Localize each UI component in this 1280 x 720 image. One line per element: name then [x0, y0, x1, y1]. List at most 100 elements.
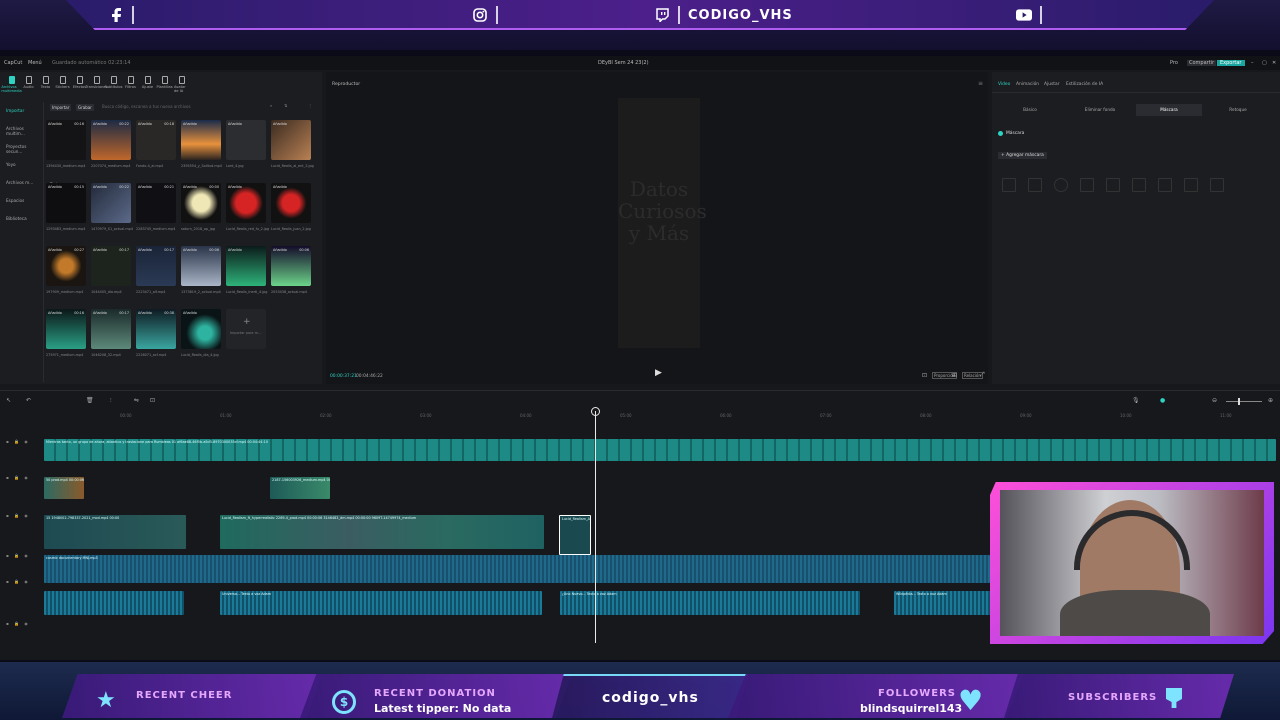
crop-icon[interactable]: ⊡ [922, 372, 927, 379]
mask-shape-option[interactable] [1210, 178, 1224, 192]
subtab-mask[interactable]: Máscara [1136, 104, 1202, 116]
sidenav-item[interactable]: Proyectos secun... [6, 144, 43, 154]
tab-ai-style[interactable]: Estilización de IA [1066, 82, 1103, 87]
timeline-clip[interactable]: Lucid_Realism_A_ [559, 515, 591, 555]
mask-shape-option[interactable] [1002, 178, 1016, 192]
facebook-link[interactable] [108, 4, 134, 26]
select-tool-icon[interactable]: ↖ [6, 397, 11, 404]
media-thumbnail[interactable]: Añadido 00:38 [136, 309, 176, 349]
sort-icon[interactable]: ⇅ [284, 103, 287, 108]
toolbar-item[interactable]: Transiciones [85, 74, 108, 96]
media-thumbnail[interactable]: Añadido [271, 120, 311, 160]
media-thumbnail[interactable]: Añadido [181, 120, 221, 160]
subtab-basic[interactable]: Básico [1000, 104, 1060, 116]
zoom-icon[interactable]: ⊞ [952, 372, 957, 379]
toolbar-item[interactable]: Archivos multimedia [1, 74, 22, 96]
toolbar-item[interactable]: Plantillas [156, 74, 173, 96]
youtube-link[interactable] [1016, 4, 1042, 26]
record-button[interactable]: Grabar [76, 104, 94, 111]
trash-icon[interactable]: 🗑 [86, 397, 94, 404]
sidenav-item[interactable]: Archivos m... [6, 180, 33, 185]
media-thumbnail[interactable]: Añadido 00:17 [136, 246, 176, 286]
timeline-clip[interactable]: 15 1948002-798337-2021_mod.mp4 00:00 [44, 515, 186, 549]
media-thumbnail[interactable]: Añadido [226, 246, 266, 286]
import-button[interactable]: Importar [50, 104, 72, 111]
track-controls[interactable]: ▪ 🔒 ◉ [6, 553, 30, 558]
undo-icon[interactable]: ↶ [26, 397, 31, 404]
toolbar-item[interactable]: Avatar de IA [174, 74, 189, 96]
import-more-button[interactable]: + Importar para m... [226, 309, 266, 349]
mask-shape-option[interactable] [1080, 178, 1094, 192]
track-controls[interactable]: ▪ 🔒 ◉ [6, 579, 30, 584]
minimize-icon[interactable]: – [1251, 60, 1254, 66]
add-mask-button[interactable]: + Agregar máscara [998, 152, 1047, 159]
export-button[interactable]: Exportar [1217, 60, 1245, 66]
instagram-link[interactable] [472, 4, 498, 26]
media-thumbnail[interactable]: Añadido 00:22 [91, 120, 131, 160]
mic-icon[interactable]: 🎙 [1132, 397, 1140, 404]
zoom-out-icon[interactable]: ⊖ [1212, 397, 1217, 404]
twitch-link[interactable]: CODIGO_VHS [654, 4, 793, 26]
track-controls[interactable]: ▪ 🔒 ◉ [6, 439, 30, 444]
subtab-remove-bg[interactable]: Eliminar fondo [1070, 104, 1130, 116]
close-icon[interactable]: ✕ [1272, 60, 1276, 66]
menu-button[interactable]: Menú [28, 60, 42, 66]
sidenav-item[interactable]: Yoyo [6, 162, 16, 167]
media-thumbnail[interactable]: Añadido 00:16 [46, 309, 86, 349]
timeline-clip[interactable]: ¿Uno Nuevo... Texto a voz Adam [560, 591, 860, 615]
sidenav-item[interactable]: Espacios [6, 198, 24, 203]
toolbar-item[interactable]: Texto [38, 74, 53, 96]
toolbar-item[interactable]: Audio [21, 74, 36, 96]
media-search-input[interactable]: Busca código, escanea a tus nueva archiv… [102, 104, 191, 109]
magnet-icon[interactable]: ● [1160, 397, 1165, 404]
mirror-icon[interactable]: ⇋ [134, 397, 139, 404]
timeline-clip[interactable]: cosmic documentary MNJ.mp3 [44, 555, 990, 583]
share-button[interactable]: Compartir [1187, 60, 1217, 66]
sidenav-item[interactable]: Biblioteca [6, 216, 27, 221]
mask-shape-option[interactable] [1106, 178, 1120, 192]
timeline-clip[interactable]: 2187-156003926_medium.mp4 00:06 [270, 477, 330, 499]
media-thumbnail[interactable]: Añadido 00:06 [181, 246, 221, 286]
media-thumbnail[interactable]: Añadido 00:15 [46, 183, 86, 223]
mask-shape-option[interactable] [1158, 178, 1172, 192]
play-icon[interactable]: ▶ [655, 368, 662, 378]
sidenav-item[interactable]: Importar [6, 108, 24, 113]
tab-adjust[interactable]: Ajustar [1044, 82, 1060, 87]
track-controls[interactable]: ▪ 🔒 ◉ [6, 513, 30, 518]
media-thumbnail[interactable]: Añadido 00:06 [271, 246, 311, 286]
player-menu-icon[interactable]: ≡ [978, 80, 983, 87]
media-thumbnail[interactable]: Añadido 00:16 [46, 120, 86, 160]
mask-shape-option[interactable] [1054, 178, 1068, 192]
video-preview[interactable]: Datos Curiosos y Más [618, 98, 707, 348]
tab-animation[interactable]: Animación [1016, 82, 1039, 87]
media-thumbnail[interactable]: Añadido 00:00 [181, 183, 221, 223]
track-controls[interactable]: ▪ 🔒 ◉ [6, 475, 30, 480]
track-controls[interactable]: ▪ 🔒 ◉ [6, 621, 30, 626]
media-thumbnail[interactable]: Añadido 00:17 [91, 309, 131, 349]
search-icon[interactable]: ⌕ [270, 103, 272, 108]
media-thumbnail[interactable]: Añadido 00:22 [91, 183, 131, 223]
split-icon[interactable]: ⫶ [110, 397, 112, 405]
media-thumbnail[interactable]: Añadido 00:21 [136, 183, 176, 223]
subtab-retouch[interactable]: Retoque [1208, 104, 1268, 116]
timeline-clip[interactable]: Universo... Texto a voz Adam [220, 591, 542, 615]
sidenav-item[interactable]: Archivos multim... [6, 126, 43, 136]
toolbar-item[interactable]: Filtros [123, 74, 138, 96]
toolbar-item[interactable]: Stickers [55, 74, 70, 96]
mask-shape-option[interactable] [1132, 178, 1146, 192]
timeline-clip[interactable]: Wikipédia... Texto a voz Adam [894, 591, 1004, 615]
media-thumbnail[interactable]: Añadido [226, 120, 266, 160]
timeline-clip[interactable] [44, 591, 184, 615]
mask-toggle[interactable] [998, 131, 1003, 136]
maximize-icon[interactable]: ▢ [1262, 60, 1267, 66]
toolbar-item[interactable]: Subtítulos [105, 74, 123, 96]
crop-icon[interactable]: ⊡ [150, 397, 155, 404]
media-thumbnail[interactable]: Añadido 00:18 [136, 120, 176, 160]
media-thumbnail[interactable]: Añadido 00:27 [46, 246, 86, 286]
zoom-in-icon[interactable]: ⊕ [1268, 397, 1273, 404]
timeline-clip[interactable]: Mientras tanto, un grupo de ahora, atlan… [44, 439, 1276, 461]
toolbar-item[interactable]: Ajuste [140, 74, 155, 96]
playhead[interactable] [595, 411, 596, 643]
tab-video[interactable]: Video [998, 82, 1010, 87]
mask-shape-option[interactable] [1028, 178, 1042, 192]
